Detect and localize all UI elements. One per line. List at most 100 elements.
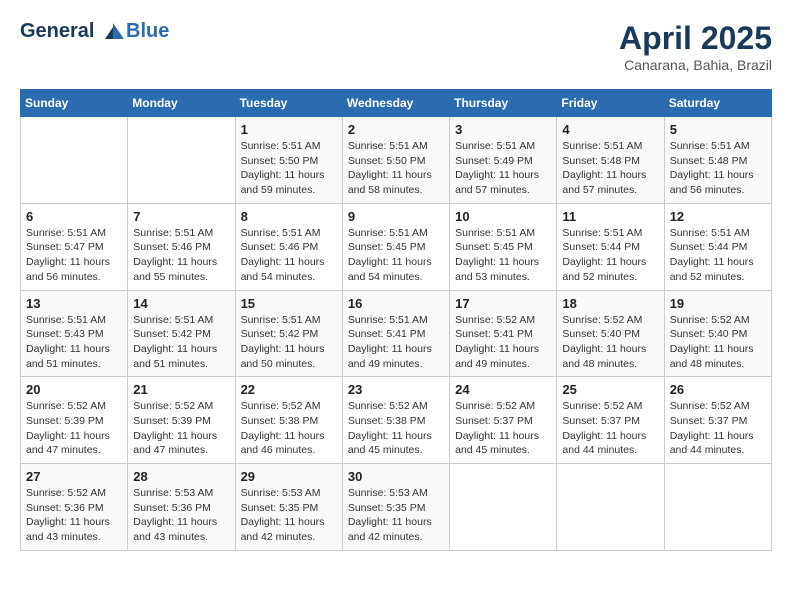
cell-details: Sunrise: 5:53 AM Sunset: 5:35 PM Dayligh… (348, 486, 444, 545)
calendar-cell: 24 Sunrise: 5:52 AM Sunset: 5:37 PM Dayli… (450, 377, 557, 464)
calendar-cell (450, 464, 557, 551)
calendar-cell: 14Sunrise: 5:51 AM Sunset: 5:42 PM Dayli… (128, 290, 235, 377)
day-number: 10 (455, 209, 551, 224)
cell-details: Sunrise: 5:52 AM Sunset: 5:37 PM Dayligh… (455, 399, 551, 458)
cell-details: Sunrise: 5:52 AM Sunset: 5:36 PM Dayligh… (26, 486, 122, 545)
weekday-header-tuesday: Tuesday (235, 90, 342, 117)
calendar-cell (21, 117, 128, 204)
day-number: 4 (562, 122, 658, 137)
calendar-cell: 19 Sunrise: 5:52 AM Sunset: 5:40 PM Dayli… (664, 290, 771, 377)
calendar-cell: 30 Sunrise: 5:53 AM Sunset: 5:35 PM Dayli… (342, 464, 449, 551)
calendar-cell: 15 Sunrise: 5:51 AM Sunset: 5:42 PM Dayli… (235, 290, 342, 377)
day-number: 3 (455, 122, 551, 137)
day-number: 9 (348, 209, 444, 224)
day-number: 12 (670, 209, 766, 224)
calendar-cell: 5 Sunrise: 5:51 AM Sunset: 5:48 PM Daylig… (664, 117, 771, 204)
cell-details: Sunrise: 5:51 AM Sunset: 5:49 PM Dayligh… (455, 139, 551, 198)
weekday-header-saturday: Saturday (664, 90, 771, 117)
day-number: 22 (241, 382, 337, 397)
day-number: 30 (348, 469, 444, 484)
day-number: 29 (241, 469, 337, 484)
calendar-cell: 3 Sunrise: 5:51 AM Sunset: 5:49 PM Daylig… (450, 117, 557, 204)
calendar-cell (128, 117, 235, 204)
day-number: 7 (133, 209, 229, 224)
day-number: 1 (241, 122, 337, 137)
cell-details: Sunrise: 5:52 AM Sunset: 5:38 PM Dayligh… (241, 399, 337, 458)
logo-blue: Blue (126, 20, 169, 43)
day-number: 16 (348, 296, 444, 311)
cell-details: Sunrise: 5:51 AM Sunset: 5:41 PM Dayligh… (348, 313, 444, 372)
weekday-header-wednesday: Wednesday (342, 90, 449, 117)
day-number: 19 (670, 296, 766, 311)
day-number: 27 (26, 469, 122, 484)
week-row-2: 6Sunrise: 5:51 AM Sunset: 5:47 PM Daylig… (21, 203, 772, 290)
cell-details: Sunrise: 5:52 AM Sunset: 5:40 PM Dayligh… (670, 313, 766, 372)
calendar-cell: 25Sunrise: 5:52 AM Sunset: 5:37 PM Dayli… (557, 377, 664, 464)
cell-details: Sunrise: 5:52 AM Sunset: 5:40 PM Dayligh… (562, 313, 658, 372)
calendar-cell: 16 Sunrise: 5:51 AM Sunset: 5:41 PM Dayli… (342, 290, 449, 377)
cell-details: Sunrise: 5:52 AM Sunset: 5:38 PM Dayligh… (348, 399, 444, 458)
calendar-cell: 28 Sunrise: 5:53 AM Sunset: 5:36 PM Dayli… (128, 464, 235, 551)
day-number: 2 (348, 122, 444, 137)
calendar-cell: 11 Sunrise: 5:51 AM Sunset: 5:44 PM Dayli… (557, 203, 664, 290)
day-number: 6 (26, 209, 122, 224)
calendar-cell: 13Sunrise: 5:51 AM Sunset: 5:43 PM Dayli… (21, 290, 128, 377)
cell-details: Sunrise: 5:51 AM Sunset: 5:50 PM Dayligh… (241, 139, 337, 198)
cell-details: Sunrise: 5:51 AM Sunset: 5:45 PM Dayligh… (455, 226, 551, 285)
day-number: 26 (670, 382, 766, 397)
cell-details: Sunrise: 5:53 AM Sunset: 5:35 PM Dayligh… (241, 486, 337, 545)
day-number: 18 (562, 296, 658, 311)
cell-details: Sunrise: 5:51 AM Sunset: 5:44 PM Dayligh… (562, 226, 658, 285)
cell-details: Sunrise: 5:52 AM Sunset: 5:39 PM Dayligh… (133, 399, 229, 458)
week-row-5: 27 Sunrise: 5:52 AM Sunset: 5:36 PM Dayli… (21, 464, 772, 551)
logo-general: General (20, 20, 94, 42)
week-row-1: 1 Sunrise: 5:51 AM Sunset: 5:50 PM Daylig… (21, 117, 772, 204)
day-number: 13 (26, 296, 122, 311)
day-number: 20 (26, 382, 122, 397)
calendar-cell: 10 Sunrise: 5:51 AM Sunset: 5:45 PM Dayli… (450, 203, 557, 290)
calendar-cell: 18 Sunrise: 5:52 AM Sunset: 5:40 PM Dayli… (557, 290, 664, 377)
cell-details: Sunrise: 5:51 AM Sunset: 5:46 PM Dayligh… (241, 226, 337, 285)
calendar-cell: 1 Sunrise: 5:51 AM Sunset: 5:50 PM Daylig… (235, 117, 342, 204)
cell-details: Sunrise: 5:52 AM Sunset: 5:39 PM Dayligh… (26, 399, 122, 458)
day-number: 15 (241, 296, 337, 311)
day-number: 17 (455, 296, 551, 311)
location: Canarana, Bahia, Brazil (619, 57, 772, 73)
day-number: 24 (455, 382, 551, 397)
calendar-cell: 17 Sunrise: 5:52 AM Sunset: 5:41 PM Dayli… (450, 290, 557, 377)
calendar-cell: 29 Sunrise: 5:53 AM Sunset: 5:35 PM Dayli… (235, 464, 342, 551)
cell-details: Sunrise: 5:52 AM Sunset: 5:41 PM Dayligh… (455, 313, 551, 372)
cell-details: Sunrise: 5:52 AM Sunset: 5:37 PM Dayligh… (562, 399, 658, 458)
day-number: 8 (241, 209, 337, 224)
day-number: 28 (133, 469, 229, 484)
weekday-header-sunday: Sunday (21, 90, 128, 117)
weekday-header-friday: Friday (557, 90, 664, 117)
cell-details: Sunrise: 5:53 AM Sunset: 5:36 PM Dayligh… (133, 486, 229, 545)
cell-details: Sunrise: 5:51 AM Sunset: 5:44 PM Dayligh… (670, 226, 766, 285)
day-number: 5 (670, 122, 766, 137)
weekday-header-row: SundayMondayTuesdayWednesdayThursdayFrid… (21, 90, 772, 117)
calendar-cell: 7Sunrise: 5:51 AM Sunset: 5:46 PM Daylig… (128, 203, 235, 290)
logo: General Blue (20, 20, 169, 43)
cell-details: Sunrise: 5:51 AM Sunset: 5:48 PM Dayligh… (562, 139, 658, 198)
logo-icon (102, 21, 124, 43)
day-number: 23 (348, 382, 444, 397)
title-block: April 2025 Canarana, Bahia, Brazil (619, 20, 772, 73)
calendar-cell: 26Sunrise: 5:52 AM Sunset: 5:37 PM Dayli… (664, 377, 771, 464)
calendar-cell (557, 464, 664, 551)
calendar-cell: 20 Sunrise: 5:52 AM Sunset: 5:39 PM Dayli… (21, 377, 128, 464)
weekday-header-monday: Monday (128, 90, 235, 117)
cell-details: Sunrise: 5:51 AM Sunset: 5:42 PM Dayligh… (241, 313, 337, 372)
week-row-4: 20 Sunrise: 5:52 AM Sunset: 5:39 PM Dayli… (21, 377, 772, 464)
week-row-3: 13Sunrise: 5:51 AM Sunset: 5:43 PM Dayli… (21, 290, 772, 377)
cell-details: Sunrise: 5:51 AM Sunset: 5:48 PM Dayligh… (670, 139, 766, 198)
calendar-cell: 27 Sunrise: 5:52 AM Sunset: 5:36 PM Dayli… (21, 464, 128, 551)
cell-details: Sunrise: 5:51 AM Sunset: 5:45 PM Dayligh… (348, 226, 444, 285)
calendar-cell: 2Sunrise: 5:51 AM Sunset: 5:50 PM Daylig… (342, 117, 449, 204)
calendar-table: SundayMondayTuesdayWednesdayThursdayFrid… (20, 89, 772, 551)
calendar-cell: 8 Sunrise: 5:51 AM Sunset: 5:46 PM Daylig… (235, 203, 342, 290)
calendar-cell: 21Sunrise: 5:52 AM Sunset: 5:39 PM Dayli… (128, 377, 235, 464)
month-title: April 2025 (619, 20, 772, 57)
day-number: 11 (562, 209, 658, 224)
cell-details: Sunrise: 5:51 AM Sunset: 5:42 PM Dayligh… (133, 313, 229, 372)
